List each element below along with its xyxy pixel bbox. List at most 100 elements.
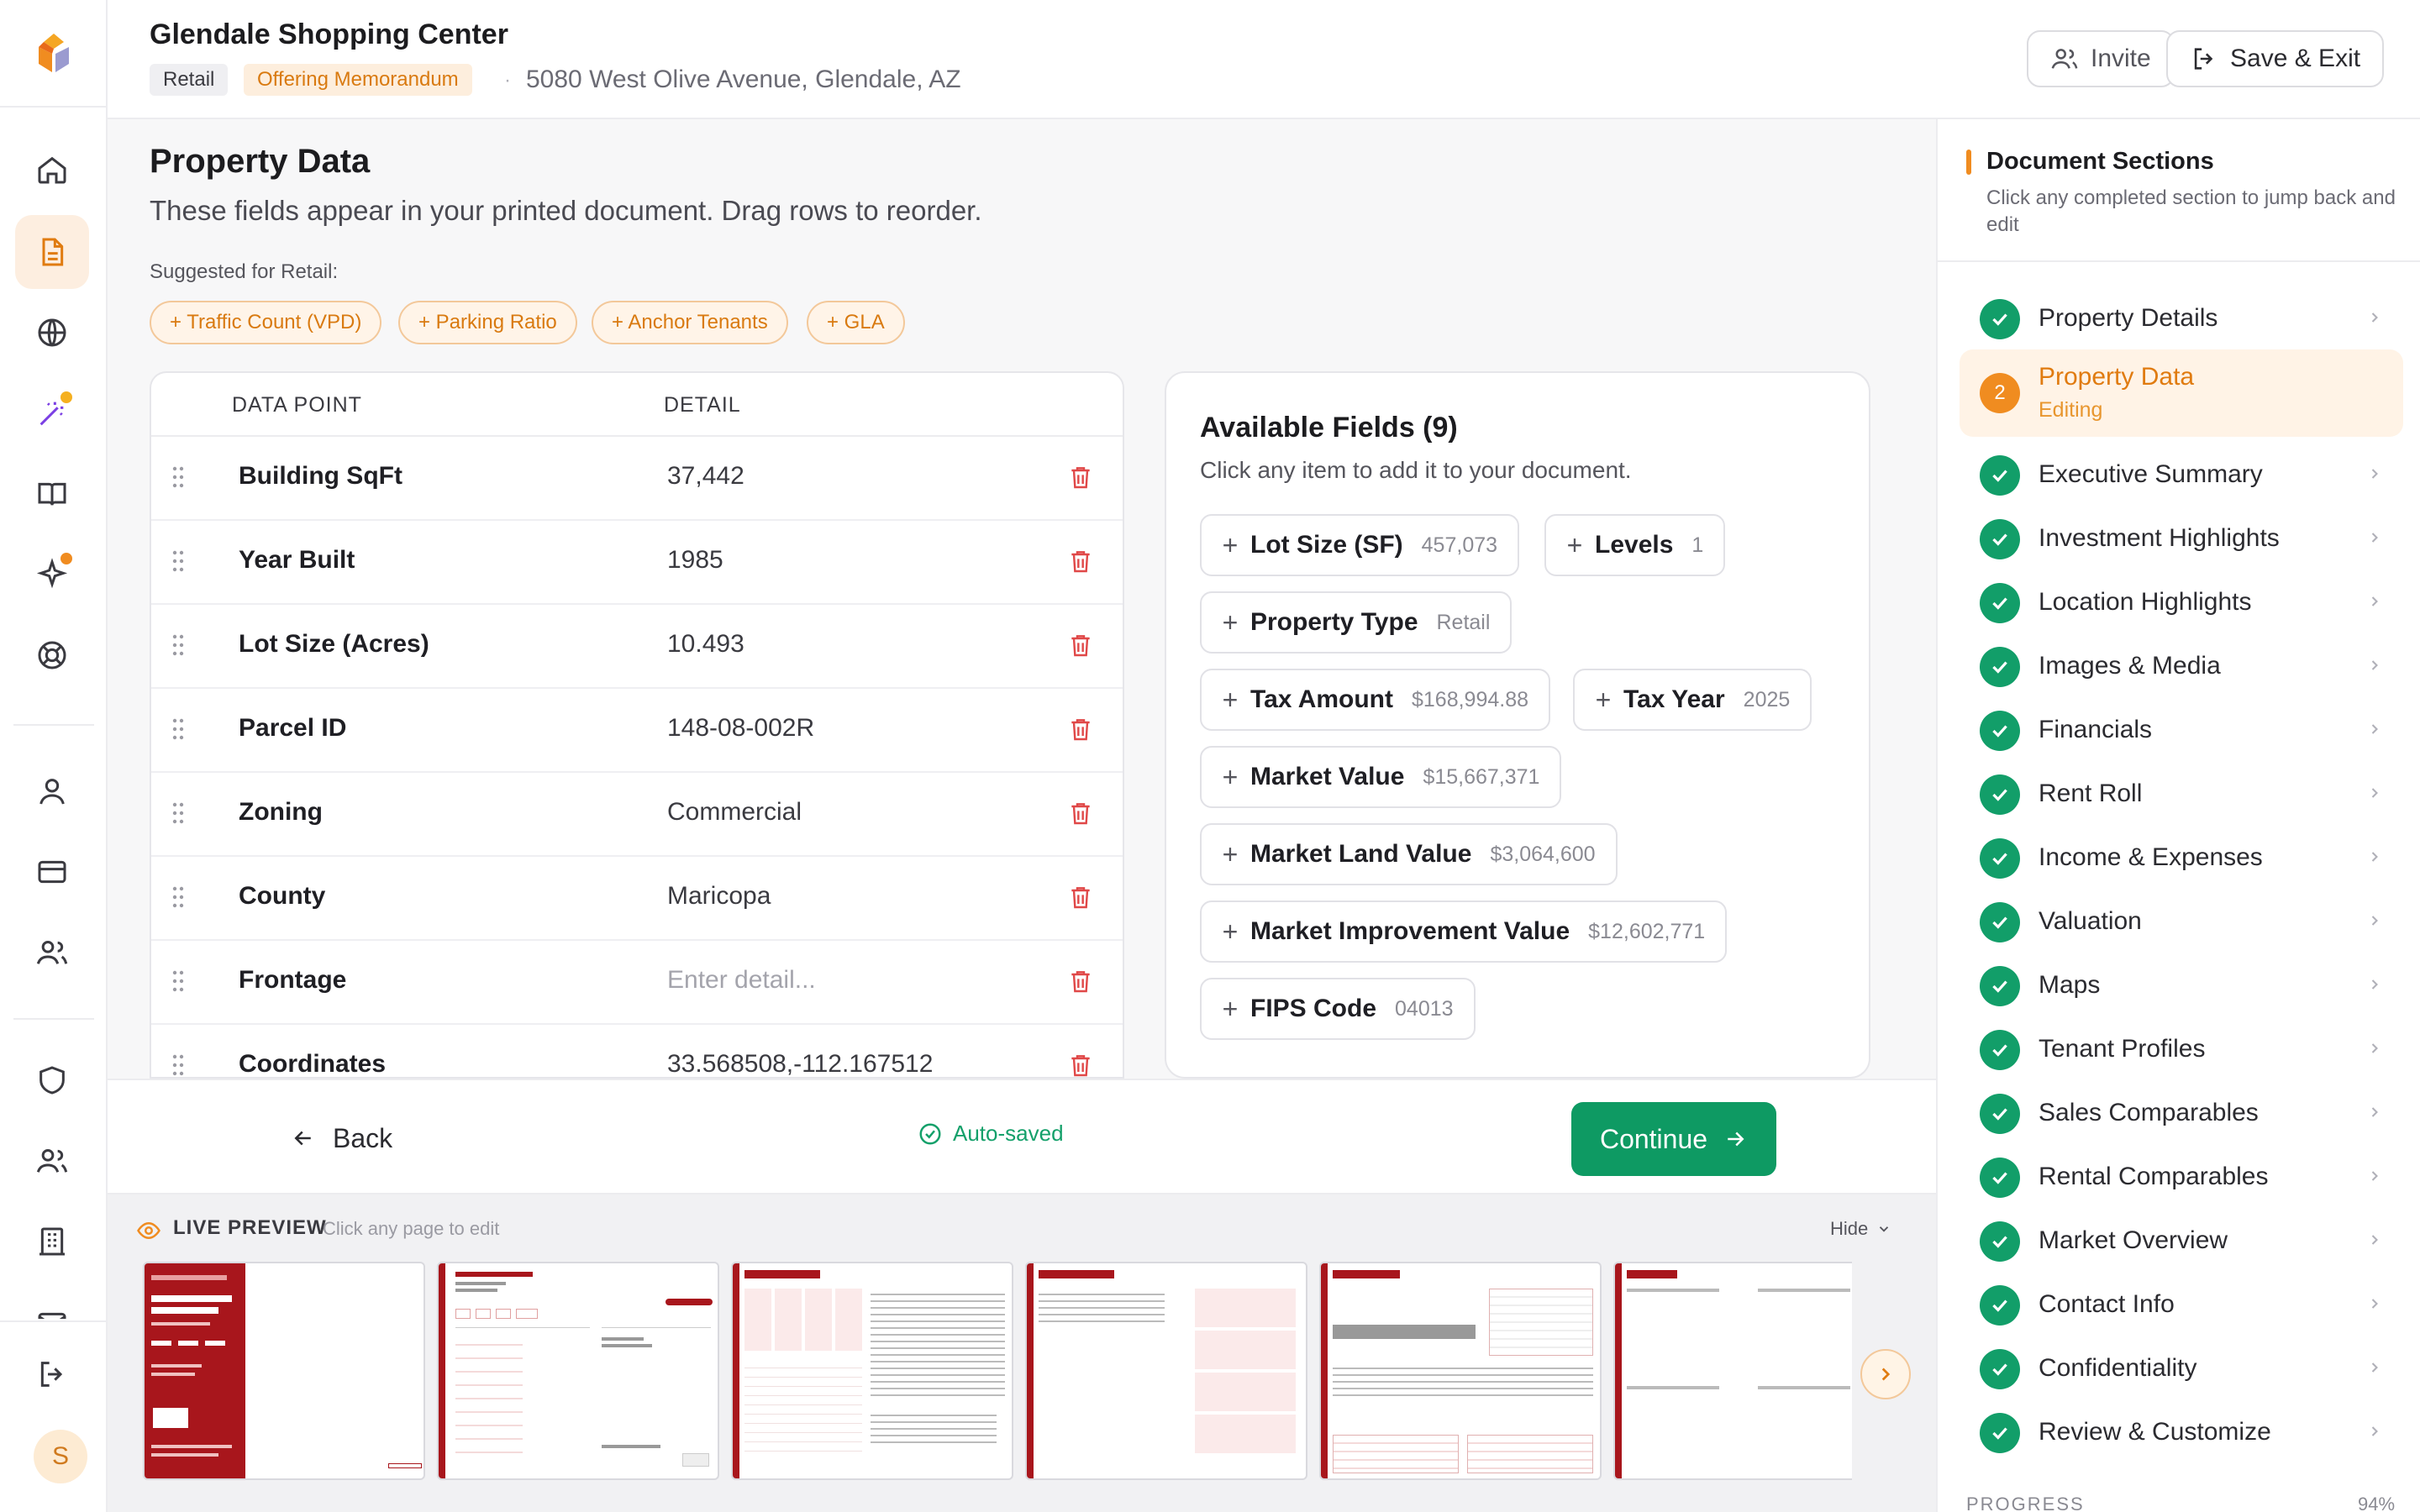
data-point-label[interactable]: Lot Size (Acres) — [239, 630, 429, 659]
table-row[interactable]: Lot Size (Acres) 10.493 — [151, 605, 1123, 689]
detail-input[interactable]: Maricopa — [667, 882, 771, 911]
trash-icon[interactable] — [1067, 1050, 1094, 1079]
save-exit-button[interactable]: Save & Exit — [2166, 30, 2385, 87]
trash-icon[interactable] — [1067, 546, 1094, 576]
trash-icon[interactable] — [1067, 714, 1094, 744]
data-point-label[interactable]: Year Built — [239, 546, 355, 575]
available-field[interactable]: + Lot Size (SF) 457,073 — [1200, 514, 1520, 576]
section-step-financials[interactable]: Financials — [1960, 701, 2403, 759]
section-step-images-media[interactable]: Images & Media — [1960, 637, 2403, 696]
drag-handle-icon[interactable] — [171, 633, 185, 657]
detail-input[interactable]: Enter detail... — [667, 966, 816, 995]
drag-handle-icon[interactable] — [171, 465, 185, 489]
trash-icon[interactable] — [1067, 882, 1094, 912]
data-point-label[interactable]: Frontage — [239, 966, 346, 995]
section-step-investment-highlights[interactable]: Investment Highlights — [1960, 509, 2403, 568]
section-step-location-highlights[interactable]: Location Highlights — [1960, 573, 2403, 632]
available-field[interactable]: + Levels 1 — [1544, 514, 1726, 576]
hide-preview-button[interactable]: Hide — [1830, 1218, 1891, 1240]
preview-next-button[interactable] — [1860, 1349, 1911, 1399]
section-step-rental-comparables[interactable]: Rental Comparables — [1960, 1147, 2403, 1206]
preview-page-property-details[interactable] — [437, 1262, 719, 1480]
table-row[interactable]: Zoning Commercial — [151, 773, 1123, 857]
preview-page-photo-gallery[interactable] — [1613, 1262, 1852, 1480]
invite-button[interactable]: Invite — [2027, 30, 2175, 87]
lifebuoy-icon[interactable] — [15, 618, 89, 692]
data-point-label[interactable]: Coordinates — [239, 1050, 386, 1077]
available-field[interactable]: + Market Value $15,667,371 — [1200, 746, 1562, 808]
data-point-label[interactable]: Building SqFt — [239, 462, 402, 491]
available-field[interactable]: + Market Improvement Value $12,602,771 — [1200, 900, 1728, 963]
suggestion-chip-parking-ratio[interactable]: + Parking Ratio — [398, 301, 577, 344]
home-icon[interactable] — [15, 133, 89, 207]
trash-icon[interactable] — [1067, 630, 1094, 660]
detail-input[interactable]: Commercial — [667, 798, 802, 827]
avatar[interactable]: S — [34, 1430, 87, 1483]
table-row[interactable]: Year Built 1985 — [151, 521, 1123, 605]
suggestion-chip-anchor-tenants[interactable]: + Anchor Tenants — [592, 301, 788, 344]
trash-icon[interactable] — [1067, 798, 1094, 828]
drag-handle-icon[interactable] — [171, 549, 185, 573]
continue-button[interactable]: Continue — [1571, 1102, 1776, 1176]
mail-icon[interactable] — [15, 1285, 89, 1319]
section-step-rent-roll[interactable]: Rent Roll — [1960, 764, 2403, 823]
globe-icon[interactable] — [15, 296, 89, 370]
suggestion-chip-traffic-count[interactable]: + Traffic Count (VPD) — [150, 301, 382, 344]
detail-input[interactable]: 10.493 — [667, 630, 744, 659]
section-step-confidentiality[interactable]: Confidentiality — [1960, 1339, 2403, 1398]
data-point-label[interactable]: Parcel ID — [239, 714, 346, 743]
preview-page-investment-highlights[interactable] — [1025, 1262, 1307, 1480]
data-point-label[interactable]: County — [239, 882, 325, 911]
book-icon[interactable] — [15, 457, 89, 531]
available-field[interactable]: + FIPS Code 04013 — [1200, 978, 1476, 1040]
detail-input[interactable]: 148-08-002R — [667, 714, 814, 743]
section-step-income-expenses[interactable]: Income & Expenses — [1960, 828, 2403, 887]
preview-page-executive-summary[interactable] — [731, 1262, 1013, 1480]
suggestion-chip-gla[interactable]: + GLA — [807, 301, 905, 344]
table-row[interactable]: Building SqFt 37,442 — [151, 437, 1123, 521]
drag-handle-icon[interactable] — [171, 885, 185, 909]
preview-page-location-highlights[interactable] — [1319, 1262, 1602, 1480]
building-icon[interactable] — [15, 1205, 89, 1278]
document-icon[interactable] — [15, 215, 89, 289]
section-step-market-overview[interactable]: Market Overview — [1960, 1211, 2403, 1270]
credit-card-icon[interactable] — [15, 835, 89, 909]
drag-handle-icon[interactable] — [171, 969, 185, 993]
table-row[interactable]: Parcel ID 148-08-002R — [151, 689, 1123, 773]
logout-icon[interactable] — [15, 1337, 89, 1411]
data-point-label[interactable]: Zoning — [239, 798, 323, 827]
detail-input[interactable]: 33.568508,-112.167512 — [667, 1050, 933, 1077]
detail-input[interactable]: 1985 — [667, 546, 723, 575]
drag-handle-icon[interactable] — [171, 801, 185, 825]
table-row[interactable]: Frontage Enter detail... — [151, 941, 1123, 1025]
section-step-maps[interactable]: Maps — [1960, 956, 2403, 1015]
available-field[interactable]: + Tax Amount $168,994.88 — [1200, 669, 1551, 731]
trash-icon[interactable] — [1067, 462, 1094, 492]
section-step-property-details[interactable]: Property Details — [1960, 289, 2403, 348]
detail-input[interactable]: 37,442 — [667, 462, 744, 491]
magic-wand-icon[interactable] — [15, 376, 89, 450]
section-step-review-customize[interactable]: Review & Customize — [1960, 1403, 2403, 1462]
preview-page-cover[interactable] — [143, 1262, 425, 1480]
drag-handle-icon[interactable] — [171, 717, 185, 741]
section-step-valuation[interactable]: Valuation — [1960, 892, 2403, 951]
table-row[interactable]: Coordinates 33.568508,-112.167512 — [151, 1025, 1123, 1079]
section-step-tenant-profiles[interactable]: Tenant Profiles — [1960, 1020, 2403, 1079]
back-button[interactable]: Back — [291, 1109, 392, 1168]
available-field[interactable]: + Property Type Retail — [1200, 591, 1512, 654]
user-icon[interactable] — [15, 754, 89, 828]
section-step-sales-comparables[interactable]: Sales Comparables — [1960, 1084, 2403, 1142]
drag-handle-icon[interactable] — [171, 1053, 185, 1077]
app-logo[interactable] — [30, 30, 77, 77]
team-icon[interactable] — [15, 1124, 89, 1198]
users-icon[interactable] — [15, 916, 89, 990]
shield-icon[interactable] — [15, 1043, 89, 1117]
section-step-contact-info[interactable]: Contact Info — [1960, 1275, 2403, 1334]
section-step-executive-summary[interactable]: Executive Summary — [1960, 445, 2403, 504]
table-row[interactable]: County Maricopa — [151, 857, 1123, 941]
available-field[interactable]: + Market Land Value $3,064,600 — [1200, 823, 1618, 885]
section-step-property-data[interactable]: 2 Property Data Editing — [1960, 349, 2403, 437]
sparkle-icon[interactable] — [15, 538, 89, 612]
available-field[interactable]: + Tax Year 2025 — [1573, 669, 1812, 731]
trash-icon[interactable] — [1067, 966, 1094, 996]
